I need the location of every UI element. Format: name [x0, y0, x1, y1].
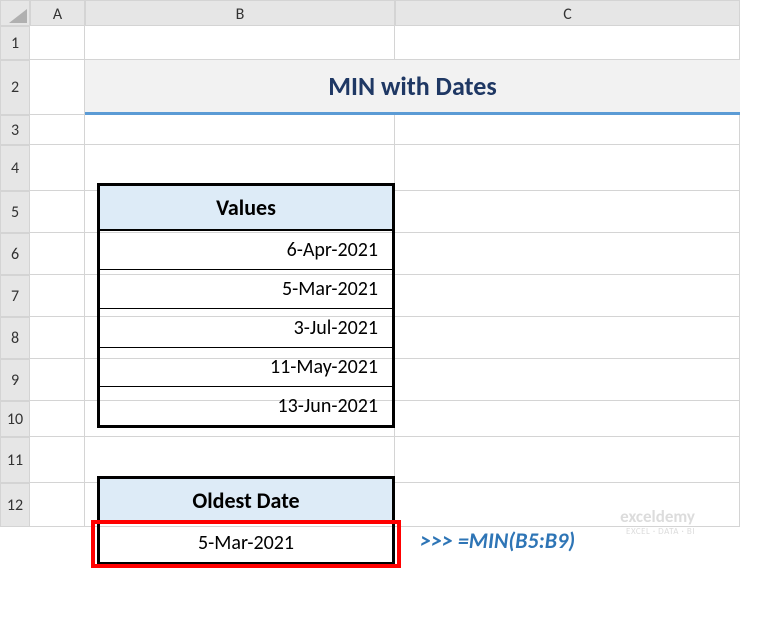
row-header-11[interactable]: 11 — [0, 437, 30, 483]
cell-a8[interactable] — [30, 317, 85, 359]
result-table: Oldest Date 5-Mar-2021 — [97, 476, 395, 565]
cell-a11[interactable] — [30, 437, 85, 483]
cell-c3[interactable] — [395, 115, 740, 145]
row-header-4[interactable]: 4 — [0, 145, 30, 191]
value-row[interactable]: 13-Jun-2021 — [100, 387, 392, 425]
cell-b1[interactable] — [85, 26, 395, 60]
cell-c6[interactable] — [395, 233, 740, 275]
row-header-3[interactable]: 3 — [0, 115, 30, 145]
row-header-10[interactable]: 10 — [0, 401, 30, 437]
row-header-6[interactable]: 6 — [0, 233, 30, 275]
cell-a6[interactable] — [30, 233, 85, 275]
cell-c1[interactable] — [395, 26, 740, 60]
value-row[interactable]: 6-Apr-2021 — [100, 231, 392, 270]
result-value[interactable]: 5-Mar-2021 — [100, 524, 392, 562]
cell-a3[interactable] — [30, 115, 85, 145]
cell-c7[interactable] — [395, 275, 740, 317]
row-header-2[interactable]: 2 — [0, 60, 30, 115]
row-header-5[interactable]: 5 — [0, 191, 30, 233]
values-header: Values — [100, 186, 392, 231]
cell-c11[interactable] — [395, 437, 740, 483]
cell-a12[interactable] — [30, 483, 85, 527]
row-header-12[interactable]: 12 — [0, 483, 30, 527]
cell-c8[interactable] — [395, 317, 740, 359]
cell-a4[interactable] — [30, 145, 85, 191]
cell-c12[interactable] — [395, 483, 740, 527]
value-row[interactable]: 5-Mar-2021 — [100, 270, 392, 309]
cell-a7[interactable] — [30, 275, 85, 317]
row-header-1[interactable]: 1 — [0, 26, 30, 60]
col-header-a[interactable]: A — [30, 0, 85, 26]
cell-a9[interactable] — [30, 359, 85, 401]
value-row[interactable]: 3-Jul-2021 — [100, 309, 392, 348]
row-header-9[interactable]: 9 — [0, 359, 30, 401]
select-all-corner[interactable] — [0, 0, 30, 26]
cell-c5[interactable] — [395, 191, 740, 233]
cell-c10[interactable] — [395, 401, 740, 437]
value-row[interactable]: 11-May-2021 — [100, 348, 392, 387]
cell-a10[interactable] — [30, 401, 85, 437]
cell-c4[interactable] — [395, 145, 740, 191]
watermark-bot: EXCEL · DATA · BI — [620, 527, 695, 537]
col-header-c[interactable]: C — [395, 0, 740, 26]
cell-b3[interactable] — [85, 115, 395, 145]
cell-a1[interactable] — [30, 26, 85, 60]
cell-c9[interactable] — [395, 359, 740, 401]
formula-annotation: >>> =MIN(B5:B9) — [420, 527, 575, 554]
result-header: Oldest Date — [100, 479, 392, 524]
row-header-7[interactable]: 7 — [0, 275, 30, 317]
cell-a2[interactable] — [30, 60, 85, 115]
col-header-b[interactable]: B — [85, 0, 395, 26]
values-table: Values 6-Apr-2021 5-Mar-2021 3-Jul-2021 … — [97, 183, 395, 428]
cell-a5[interactable] — [30, 191, 85, 233]
row-header-8[interactable]: 8 — [0, 317, 30, 359]
page-title: MIN with Dates — [85, 60, 740, 115]
